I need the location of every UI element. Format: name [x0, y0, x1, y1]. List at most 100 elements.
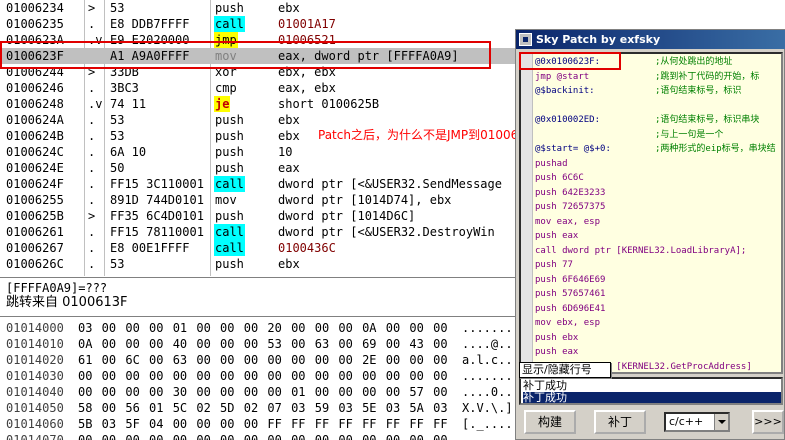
- address-cell: 01006246: [6, 81, 64, 95]
- context-menu-item-toggle-line-numbers[interactable]: 显示/隐藏行号: [519, 362, 611, 378]
- dump-address: 01014040: [6, 385, 64, 399]
- mnemonic-cell: call: [214, 16, 245, 32]
- code-text: @$start= @$+0:: [535, 144, 611, 154]
- code-text: push 72657375: [535, 202, 606, 212]
- jump-marker: .: [88, 145, 96, 159]
- code-line: @$start= @$+0: ;两种形式的eip标号，串块结: [535, 143, 776, 155]
- code-text: push 57657461: [535, 289, 606, 299]
- dump-bytes: 5B 03 5F 04 00 00 00 00 FF FF FF FF FF F…: [78, 417, 448, 431]
- address-cell: 01006234: [6, 1, 64, 15]
- patch-button[interactable]: 补丁: [594, 410, 646, 434]
- jump-marker: .: [88, 17, 96, 31]
- more-button[interactable]: >>>: [752, 410, 784, 434]
- code-line: push 77: [535, 259, 573, 271]
- mnemonic-cell: mov: [215, 193, 237, 207]
- jump-marker: .: [88, 129, 96, 143]
- address-cell: 01006261: [6, 225, 64, 239]
- dump-bytes: 00 00 00 00 00 00 00 00 00 00 00 00 00 0…: [78, 433, 448, 440]
- address-cell: 0100624B: [6, 129, 64, 143]
- operand-cell: eax, ebx: [278, 81, 336, 95]
- info-memory-value: [FFFFA0A9]=???: [6, 281, 108, 295]
- code-comment: ;与上一句是一个: [655, 129, 724, 140]
- code-line: push eax: [535, 230, 578, 242]
- language-select-value: c/c++: [669, 415, 704, 428]
- log-entry-selected[interactable]: 补丁成功: [523, 392, 781, 403]
- mnemonic-cell: cmp: [215, 81, 237, 95]
- mnemonic-cell: call: [214, 224, 245, 240]
- dump-bytes: 00 00 00 00 00 00 00 00 00 00 00 00 00 0…: [78, 369, 448, 383]
- address-cell: 0100624F: [6, 177, 64, 191]
- code-text: push 6C6C: [535, 173, 584, 183]
- code-text: push eax: [535, 347, 579, 357]
- jump-marker: .: [88, 161, 96, 175]
- code-text: @$backinit:: [535, 86, 595, 96]
- jump-marker: .v: [88, 97, 103, 111]
- sky-patch-titlebar[interactable]: Sky Patch by exfsky: [516, 30, 785, 49]
- address-cell: 0100625B: [6, 209, 64, 223]
- code-line: mov ebx, esp: [535, 317, 600, 329]
- chevron-down-icon[interactable]: [714, 414, 728, 430]
- hex-bytes-cell: 53: [110, 257, 125, 271]
- mnemonic-cell: push: [215, 129, 244, 143]
- operand-cell: 10: [278, 145, 293, 159]
- code-comment: ;从何处跳出的地址: [655, 57, 733, 67]
- code-text: push 77: [535, 260, 573, 270]
- operand-cell: dword ptr [1014D74], ebx: [278, 193, 452, 207]
- mnemonic-cell: call: [214, 240, 245, 256]
- jump-marker: .: [88, 193, 96, 207]
- mnemonic-cell: call: [214, 176, 245, 192]
- hex-bytes-cell: 6A 10: [110, 145, 147, 159]
- operand-cell: ebx: [278, 129, 300, 143]
- operand-cell: ebx: [278, 1, 300, 15]
- code-text: pushad: [535, 158, 568, 169]
- code-text: mov eax, esp: [535, 216, 601, 227]
- jump-marker: .: [88, 225, 96, 239]
- code-text: jmp @start: [535, 71, 590, 82]
- jump-marker: .: [88, 113, 96, 127]
- code-line: call dword ptr [KERNEL32.LoadLibraryA];: [535, 245, 746, 257]
- code-text: call dword ptr [KERNEL32.LoadLibraryA];: [535, 245, 747, 256]
- address-cell: 0100624E: [6, 161, 64, 175]
- address-cell: 0100626C: [6, 257, 64, 271]
- dump-bytes: 00 00 00 00 30 00 00 00 00 01 00 00 00 0…: [78, 385, 448, 399]
- code-text: push 642E3233: [535, 187, 606, 198]
- code-line: jmp @start ;跳到补丁代码的开始，标: [535, 71, 759, 83]
- hex-bytes-cell: 3BC3: [110, 81, 139, 95]
- dump-bytes: 03 00 00 00 01 00 00 00 20 00 00 00 0A 0…: [78, 321, 448, 335]
- sky-patch-window[interactable]: Sky Patch by exfsky 123 @0x0100623F:;从何处…: [515, 29, 785, 440]
- dump-address: 01014050: [6, 401, 64, 415]
- highlight-box-selected-line: [0, 41, 491, 69]
- jump-marker: .: [88, 81, 96, 95]
- hex-bytes-cell: 50: [110, 161, 125, 175]
- patch-log-list[interactable]: 补丁成功 补丁成功: [519, 377, 783, 405]
- operand-cell: dword ptr [<&USER32.DestroyWin: [278, 225, 495, 239]
- mnemonic-cell: push: [215, 257, 244, 271]
- jump-marker: .: [88, 241, 96, 255]
- address-cell: 0100624A: [6, 113, 64, 127]
- language-select[interactable]: c/c++: [664, 412, 730, 432]
- hex-bytes-cell: 74 11: [110, 97, 147, 111]
- code-line: @0x010002ED: ;语句结束标号，标识串块: [535, 114, 759, 126]
- build-button[interactable]: 构建: [524, 410, 576, 434]
- code-text: push ebx: [535, 332, 579, 343]
- operand-cell: ebx: [278, 113, 300, 127]
- operand-cell: short 0100625B: [278, 97, 380, 111]
- code-text: @0x010002ED:: [535, 115, 601, 125]
- code-text: push 6F646E69: [535, 274, 606, 285]
- jump-marker: .: [88, 257, 96, 271]
- hex-bytes-cell: FF15 78110001: [110, 225, 204, 239]
- disasm-row[interactable]: 01006234 >53 push ebx: [0, 0, 785, 16]
- patch-code-editor[interactable]: 123 @0x0100623F:;从何处跳出的地址 jmp @start;跳到补…: [519, 52, 783, 374]
- hex-bytes-cell: 53: [110, 129, 125, 143]
- operand-cell: ebx: [278, 257, 300, 271]
- code-line: push 6F646E69: [535, 274, 605, 286]
- operand-cell: dword ptr [<&USER32.SendMessage: [278, 177, 502, 191]
- hex-bytes-cell: FF15 3C110001: [110, 177, 204, 191]
- code-text: mov ebx, esp: [535, 318, 601, 328]
- operand-cell: eax: [278, 161, 300, 175]
- mnemonic-cell: push: [215, 209, 244, 223]
- mnemonic-cell: push: [215, 1, 244, 15]
- code-line: push 6D696E41: [535, 303, 605, 315]
- button-bar: 构建 补丁 c/c++ >>>: [516, 408, 785, 440]
- app-icon: [519, 33, 532, 46]
